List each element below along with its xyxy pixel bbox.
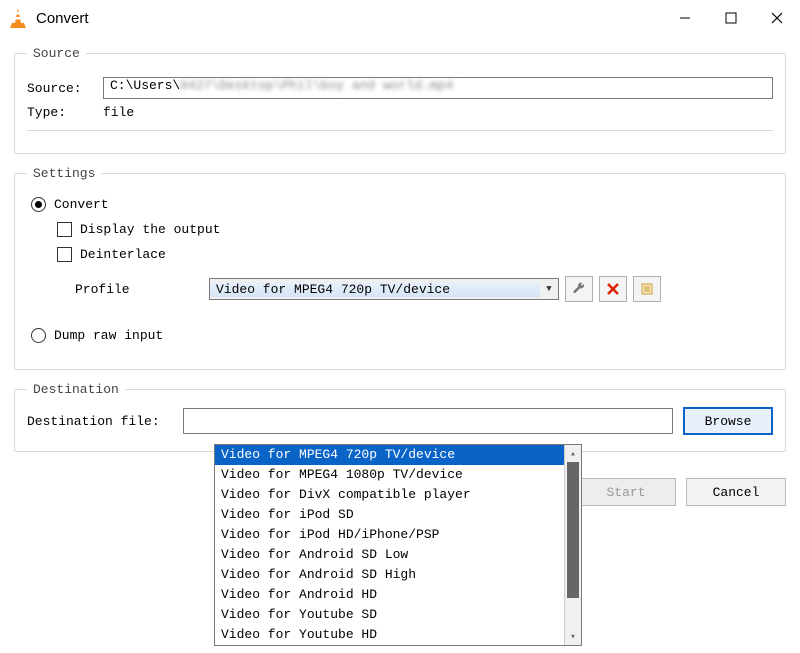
profile-combobox[interactable]: Video for MPEG4 720p TV/device ▼ — [209, 278, 559, 300]
window-title: Convert — [36, 10, 662, 27]
dump-raw-radio[interactable]: Dump raw input — [31, 328, 773, 343]
delete-profile-button[interactable] — [599, 276, 627, 302]
edit-profile-button[interactable] — [565, 276, 593, 302]
source-value-blurred: 0427\Desktop\Phil\boy and world.mp4 — [180, 78, 453, 93]
profile-option[interactable]: Video for iPod HD/iPhone/PSP — [215, 525, 564, 545]
scroll-up-icon[interactable]: ▴ — [565, 445, 581, 462]
source-group: Source Source: C:\Users\0427\Desktop\Phi… — [14, 46, 786, 154]
close-button[interactable] — [754, 2, 800, 34]
radio-icon — [31, 328, 46, 343]
cancel-button[interactable]: Cancel — [686, 478, 786, 506]
source-label: Source: — [27, 81, 103, 96]
minimize-button[interactable] — [662, 2, 708, 34]
convert-label: Convert — [54, 197, 109, 212]
destination-group: Destination Destination file: Browse — [14, 382, 786, 452]
type-value: file — [103, 105, 134, 120]
profile-option[interactable]: Video for MPEG4 720p TV/device — [215, 445, 564, 465]
profile-option[interactable]: Video for Youtube SD — [215, 605, 564, 625]
destination-legend: Destination — [27, 382, 125, 397]
settings-group: Settings Convert Display the output Dein… — [14, 166, 786, 370]
destination-file-input[interactable] — [183, 408, 673, 434]
convert-radio[interactable]: Convert — [31, 197, 773, 212]
source-input[interactable]: C:\Users\0427\Desktop\Phil\boy and world… — [103, 77, 773, 99]
checkbox-icon — [57, 247, 72, 262]
destination-file-label: Destination file: — [27, 414, 183, 429]
profile-option[interactable]: Video for Youtube HD — [215, 625, 564, 645]
deinterlace-label: Deinterlace — [80, 247, 166, 262]
titlebar: Convert — [0, 0, 800, 36]
type-label: Type: — [27, 105, 103, 120]
dump-raw-label: Dump raw input — [54, 328, 163, 343]
profile-option[interactable]: Video for Android HD — [215, 585, 564, 605]
profile-option[interactable]: Video for Android SD High — [215, 565, 564, 585]
chevron-down-icon: ▼ — [540, 284, 558, 294]
browse-button[interactable]: Browse — [683, 407, 773, 435]
start-button[interactable]: Start — [576, 478, 676, 506]
profile-option[interactable]: Video for DivX compatible player — [215, 485, 564, 505]
display-output-checkbox[interactable]: Display the output — [57, 222, 773, 237]
new-profile-button[interactable] — [633, 276, 661, 302]
settings-legend: Settings — [27, 166, 101, 181]
display-output-label: Display the output — [80, 222, 220, 237]
wrench-icon — [572, 282, 586, 296]
source-legend: Source — [27, 46, 86, 61]
checkbox-icon — [57, 222, 72, 237]
scroll-thumb[interactable] — [567, 462, 579, 598]
new-profile-icon — [640, 282, 654, 296]
vlc-cone-icon — [6, 6, 30, 30]
maximize-button[interactable] — [708, 2, 754, 34]
source-value-clear: C:\Users\ — [110, 78, 180, 93]
profile-label: Profile — [53, 282, 209, 297]
profile-selected-text: Video for MPEG4 720p TV/device — [210, 282, 540, 297]
radio-icon — [31, 197, 46, 212]
profile-dropdown-list[interactable]: Video for MPEG4 720p TV/deviceVideo for … — [214, 444, 582, 646]
x-icon — [607, 283, 619, 295]
profile-option[interactable]: Video for MPEG4 1080p TV/device — [215, 465, 564, 485]
deinterlace-checkbox[interactable]: Deinterlace — [57, 247, 773, 262]
dropdown-scrollbar[interactable]: ▴ ▾ — [564, 445, 581, 645]
profile-option[interactable]: Video for iPod SD — [215, 505, 564, 525]
scroll-down-icon[interactable]: ▾ — [565, 628, 581, 645]
profile-option[interactable]: Video for Android SD Low — [215, 545, 564, 565]
